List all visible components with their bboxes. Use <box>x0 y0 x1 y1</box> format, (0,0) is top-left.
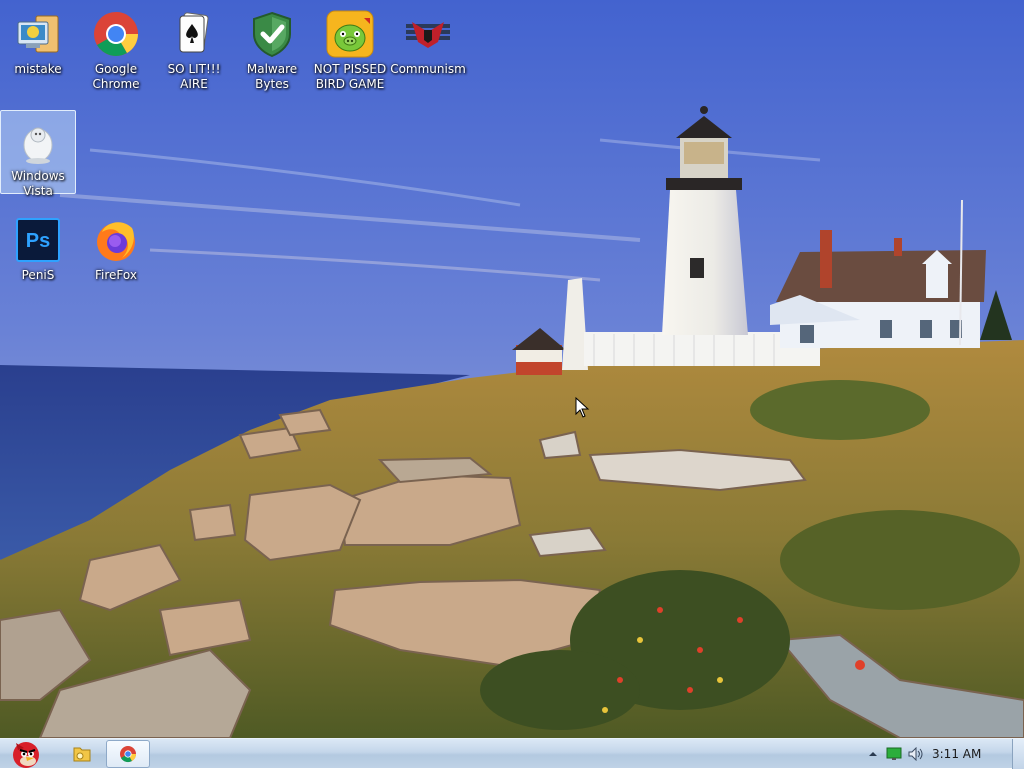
volume-icon[interactable] <box>908 747 924 761</box>
chrome-icon <box>94 12 138 56</box>
shield-check-icon <box>253 11 291 58</box>
taskbar-clock[interactable]: 3:11 AM <box>932 747 981 761</box>
desktop-icon-penis[interactable]: Ps PeniS <box>0 210 76 283</box>
folder-icon <box>73 747 91 762</box>
angry-bird-icon <box>13 742 39 768</box>
windows-vista-icon <box>23 127 53 164</box>
start-button[interactable] <box>2 740 52 768</box>
desktop-icon-firefox[interactable]: FireFox <box>78 210 154 283</box>
mistake-icon <box>17 15 59 53</box>
desktop-icon-label: PeniS <box>21 268 55 282</box>
desktop-icon-label: mistake <box>14 62 62 76</box>
desktop-icon-label: Google Chrome <box>92 62 140 91</box>
taskbar-explorer-button[interactable] <box>64 740 100 768</box>
desktop-icon-label: Malware Bytes <box>246 62 298 91</box>
svg-text:Ps: Ps <box>26 230 50 252</box>
chrome-icon <box>120 746 137 763</box>
system-tray: 3:11 AM <box>854 739 1024 769</box>
desktop-icon-windows-vista[interactable]: Windows Vista <box>0 110 76 198</box>
desktop-icon-not-pissed-bird-game[interactable]: NOT PISSED BIRD GAME <box>312 4 388 92</box>
desktop-icon-communism[interactable]: Communism <box>390 4 466 77</box>
desktop-icon-label: FireFox <box>95 268 137 282</box>
photoshop-icon: Ps <box>16 218 60 262</box>
desktop-icon-label: Communism <box>390 62 466 76</box>
green-pig-icon <box>326 10 374 58</box>
show-hidden-icons-icon[interactable] <box>868 749 878 759</box>
desktop-wallpaper <box>0 0 1024 738</box>
network-icon[interactable] <box>886 747 902 761</box>
card-icon <box>179 12 209 53</box>
taskbar-chrome-button[interactable] <box>106 740 150 768</box>
desktop-icon-label: NOT PISSED BIRD GAME <box>313 62 387 91</box>
desktop-icon-solitaire[interactable]: SO LIT!!! AIRE <box>156 4 232 92</box>
taskbar: 3:11 AM <box>0 738 1024 769</box>
desktop-icon-label: SO LIT!!! AIRE <box>167 62 221 91</box>
show-desktop-button[interactable] <box>1012 739 1024 769</box>
desktop-icon-mistake[interactable]: mistake <box>0 4 76 77</box>
firefox-icon <box>97 222 135 261</box>
desktop-icon-malwarebytes[interactable]: Malware Bytes <box>234 4 310 92</box>
desktop-icon-google-chrome[interactable]: Google Chrome <box>78 4 154 92</box>
communism-emblem-icon <box>406 22 450 48</box>
desktop-icon-label: Windows Vista <box>11 169 65 198</box>
